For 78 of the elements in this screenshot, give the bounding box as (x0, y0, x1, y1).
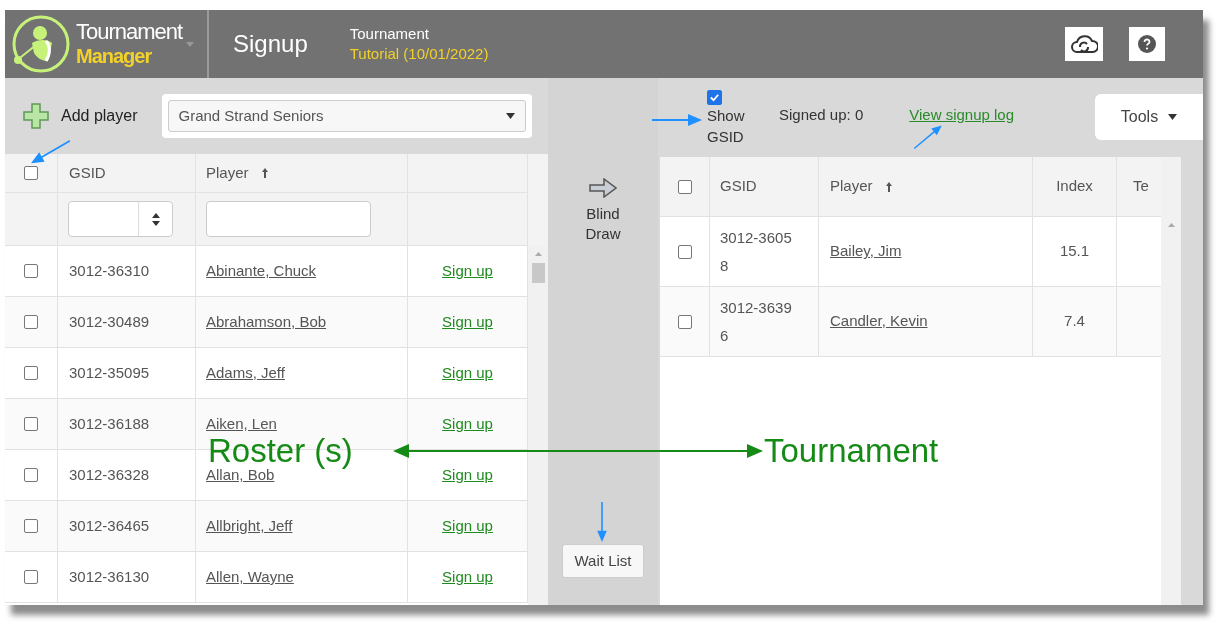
player-filter-field[interactable] (206, 201, 371, 237)
checkbox[interactable] (677, 244, 692, 259)
golfer-logo-icon (10, 13, 72, 75)
sign-up-link[interactable]: Sign up (442, 412, 493, 436)
player-link[interactable]: Allbright, Jeff (206, 514, 293, 538)
player-link[interactable]: Abinante, Chuck (206, 259, 317, 283)
logo-text: Tournament (76, 20, 184, 44)
sort-arrow-icon (260, 167, 269, 179)
gsid-cell-text: 3012-36396 (720, 297, 792, 346)
event-label: Tournament (349, 24, 430, 44)
checkbox[interactable] (24, 315, 38, 329)
tools-button[interactable]: Tools (1095, 93, 1203, 140)
checkbox[interactable] (707, 90, 722, 105)
player-link[interactable]: Abrahamson, Bob (206, 310, 327, 334)
annotation-label: Tournament (764, 434, 939, 467)
player-link[interactable]: Aiken, Len (206, 412, 277, 436)
sign-up-link[interactable]: Sign up (442, 514, 493, 538)
spin-down-icon[interactable] (151, 220, 160, 226)
checkbox[interactable] (677, 179, 692, 194)
column-header[interactable]: Player (830, 175, 873, 198)
checkbox[interactable] (24, 417, 38, 431)
column-header[interactable]: Index (1056, 175, 1093, 198)
gsid-cell-text: 3012-36310 (69, 260, 150, 281)
roster-select[interactable]: Grand Strand Seniors (167, 100, 526, 132)
page-title: Signup (233, 29, 308, 59)
sign-up-link[interactable]: Sign up (442, 259, 493, 283)
checkmark-icon (709, 92, 720, 103)
scrollbar[interactable] (528, 246, 548, 605)
arrow-icon (652, 113, 702, 127)
gsid-cell-text: 3012-36328 (69, 464, 150, 485)
logo-text: Manager (76, 44, 153, 68)
sign-up-link[interactable]: Sign up (442, 361, 493, 385)
checkbox[interactable] (24, 570, 38, 584)
wait-list-button[interactable]: Wait List (561, 544, 645, 578)
column-header[interactable]: GSID (720, 175, 757, 198)
checkbox[interactable] (24, 264, 38, 278)
cloud-sync-icon (1070, 32, 1098, 56)
index-cell-text: 7.4 (1064, 311, 1085, 332)
scrollbar[interactable] (1161, 157, 1181, 605)
sort-arrow-icon (884, 180, 893, 193)
gsid-cell-text: 3012-36058 (720, 227, 792, 276)
spin-up-icon[interactable] (151, 212, 160, 218)
column-header[interactable]: GSID (69, 161, 106, 185)
help-button[interactable] (1129, 27, 1165, 61)
plus-icon (23, 103, 49, 129)
sign-up-link[interactable]: Sign up (442, 310, 493, 334)
sign-up-link[interactable]: Sign up (442, 565, 493, 589)
player-link[interactable]: Adams, Jeff (206, 361, 285, 385)
player-link[interactable]: Candler, Kevin (830, 310, 928, 333)
add-player-button[interactable]: Add player (23, 103, 138, 129)
gsid-cell-text: 3012-36188 (69, 413, 150, 434)
column-header[interactable]: Player (206, 161, 249, 185)
arrow-icon (595, 502, 609, 542)
checkbox-label: Show GSID (707, 106, 746, 147)
checkbox[interactable] (24, 366, 38, 380)
cloud-sync-button[interactable] (1065, 27, 1103, 61)
event-name: Tutorial (10/01/2022) (349, 44, 489, 64)
gsid-cell-text: 3012-30489 (69, 311, 150, 332)
checkbox[interactable] (24, 519, 38, 533)
player-link[interactable]: Allen, Wayne (206, 565, 294, 589)
scroll-thumb[interactable] (531, 263, 545, 283)
caret-icon (505, 113, 515, 119)
checkbox[interactable] (24, 468, 38, 482)
checkbox[interactable] (677, 314, 692, 329)
signed-up-count: Signed up: 0 (779, 105, 864, 126)
caret-icon (1168, 113, 1178, 120)
column-header[interactable]: Te (1133, 175, 1149, 198)
index-cell-text: 15.1 (1059, 241, 1090, 262)
sign-up-link[interactable]: Sign up (442, 463, 493, 487)
gsid-filter-field[interactable] (68, 201, 173, 237)
gsid-cell-text: 3012-35095 (69, 362, 150, 383)
checkbox[interactable] (24, 166, 38, 180)
gsid-cell-text: 3012-36465 (69, 515, 150, 536)
blind-draw-button[interactable]: Blind Draw (573, 178, 633, 244)
help-icon (1138, 35, 1156, 53)
right-arrow-icon (589, 178, 617, 198)
player-link[interactable]: Bailey, Jim (830, 240, 902, 263)
gsid-cell-text: 3012-36130 (69, 566, 150, 587)
